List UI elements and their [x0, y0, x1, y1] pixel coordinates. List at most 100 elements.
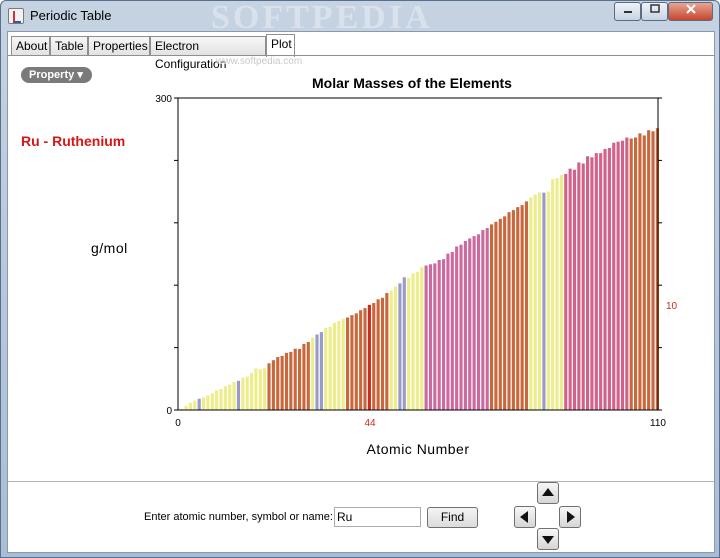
bar-element-70[interactable]: [481, 230, 485, 410]
bar-element-5[interactable]: [197, 398, 201, 410]
bar-element-33[interactable]: [319, 332, 323, 410]
bar-element-31[interactable]: [311, 337, 315, 410]
bar-element-8[interactable]: [210, 393, 214, 410]
tab-plot[interactable]: Plot: [266, 34, 295, 57]
bar-element-79[interactable]: [520, 205, 524, 410]
bar-element-41[interactable]: [354, 313, 358, 410]
bar-element-18[interactable]: [254, 368, 258, 410]
bar-element-93[interactable]: [581, 163, 585, 410]
bar-element-55[interactable]: [415, 271, 419, 410]
bar-element-39[interactable]: [346, 317, 350, 410]
bar-element-42[interactable]: [359, 310, 363, 410]
bar-element-36[interactable]: [332, 322, 337, 410]
bar-element-68[interactable]: [472, 236, 476, 410]
tab-properties[interactable]: Properties: [88, 36, 150, 56]
tab-table[interactable]: Table: [50, 36, 88, 56]
bar-element-52[interactable]: [402, 277, 406, 410]
bar-element-10[interactable]: [219, 389, 223, 410]
bar-element-37[interactable]: [337, 321, 341, 410]
bar-element-25[interactable]: [284, 352, 289, 410]
minimize-button[interactable]: [614, 2, 641, 21]
bar-element-90[interactable]: [568, 168, 572, 410]
bar-element-49[interactable]: [389, 290, 393, 410]
bar-element-81[interactable]: [529, 197, 533, 410]
find-button[interactable]: Find: [427, 507, 478, 528]
bar-element-60[interactable]: [437, 259, 441, 410]
bar-element-13[interactable]: [232, 381, 236, 410]
bar-element-22[interactable]: [271, 360, 275, 410]
bar-element-50[interactable]: [394, 286, 398, 410]
bar-element-105[interactable]: [634, 137, 638, 410]
bar-element-34[interactable]: [324, 327, 328, 410]
bar-element-92[interactable]: [577, 162, 581, 410]
close-button[interactable]: [668, 2, 713, 21]
bar-element-89[interactable]: [564, 173, 568, 410]
bar-element-20[interactable]: [263, 368, 267, 410]
bar-element-58[interactable]: [428, 264, 433, 410]
bar-element-51[interactable]: [398, 283, 402, 410]
tab-about[interactable]: About: [11, 36, 50, 56]
bar-element-80[interactable]: [524, 201, 529, 410]
bar-element-86[interactable]: [551, 179, 555, 410]
bar-element-30[interactable]: [306, 341, 310, 410]
bar-element-7[interactable]: [206, 395, 210, 410]
bar-element-104[interactable]: [629, 138, 633, 410]
bar-element-73[interactable]: [494, 221, 498, 410]
bar-element-77[interactable]: [511, 210, 515, 410]
bar-element-28[interactable]: [298, 348, 302, 410]
bar-element-11[interactable]: [223, 386, 227, 410]
bar-element-108[interactable]: [647, 130, 651, 411]
bar-element-53[interactable]: [407, 278, 411, 410]
bar-element-19[interactable]: [258, 369, 262, 410]
bar-element-66[interactable]: [463, 241, 467, 410]
bar-element-94[interactable]: [586, 156, 590, 410]
bar-element-43[interactable]: [363, 308, 367, 410]
bar-element-35[interactable]: [328, 326, 332, 410]
bar-element-61[interactable]: [442, 259, 446, 410]
bar-element-27[interactable]: [293, 348, 297, 410]
bar-element-103[interactable]: [625, 137, 629, 410]
bar-element-2[interactable]: [184, 405, 188, 410]
bar-element-47[interactable]: [380, 297, 385, 410]
bar-element-71[interactable]: [485, 228, 489, 410]
bar-element-101[interactable]: [616, 141, 620, 410]
maximize-button[interactable]: [641, 2, 668, 21]
nav-right-button[interactable]: [559, 506, 581, 528]
nav-up-button[interactable]: [537, 482, 559, 504]
bar-element-57[interactable]: [424, 265, 428, 410]
bar-element-109[interactable]: [651, 131, 655, 410]
bar-element-32[interactable]: [315, 334, 319, 410]
bar-element-44[interactable]: [367, 304, 371, 410]
bar-element-100[interactable]: [612, 142, 616, 410]
bar-element-82[interactable]: [533, 194, 537, 410]
bar-element-75[interactable]: [503, 216, 507, 410]
bar-element-87[interactable]: [555, 178, 559, 410]
bar-element-56[interactable]: [420, 267, 424, 410]
bar-element-9[interactable]: [215, 390, 219, 410]
bar-element-59[interactable]: [433, 263, 437, 410]
property-button[interactable]: Property ▾: [21, 67, 92, 83]
bar-element-106[interactable]: [638, 133, 642, 411]
bar-element-54[interactable]: [411, 273, 415, 410]
bar-element-99[interactable]: [607, 147, 611, 411]
bar-element-15[interactable]: [241, 377, 245, 410]
bar-element-95[interactable]: [590, 157, 594, 410]
bar-element-72[interactable]: [490, 224, 494, 410]
bar-element-23[interactable]: [276, 357, 280, 410]
bar-element-63[interactable]: [450, 251, 454, 410]
bar-element-69[interactable]: [476, 234, 481, 410]
bar-element-97[interactable]: [599, 153, 603, 410]
bar-element-96[interactable]: [594, 153, 598, 410]
bar-element-78[interactable]: [516, 207, 520, 410]
find-input[interactable]: [334, 507, 421, 527]
bar-element-26[interactable]: [289, 351, 293, 410]
bar-element-67[interactable]: [468, 238, 472, 410]
bar-element-107[interactable]: [642, 135, 646, 410]
nav-down-button[interactable]: [537, 528, 559, 550]
bar-element-98[interactable]: [603, 148, 607, 410]
bar-element-88[interactable]: [559, 174, 563, 410]
bar-element-65[interactable]: [459, 244, 463, 410]
bar-element-83[interactable]: [538, 192, 542, 410]
bar-element-38[interactable]: [341, 318, 345, 410]
bar-element-16[interactable]: [245, 376, 249, 410]
